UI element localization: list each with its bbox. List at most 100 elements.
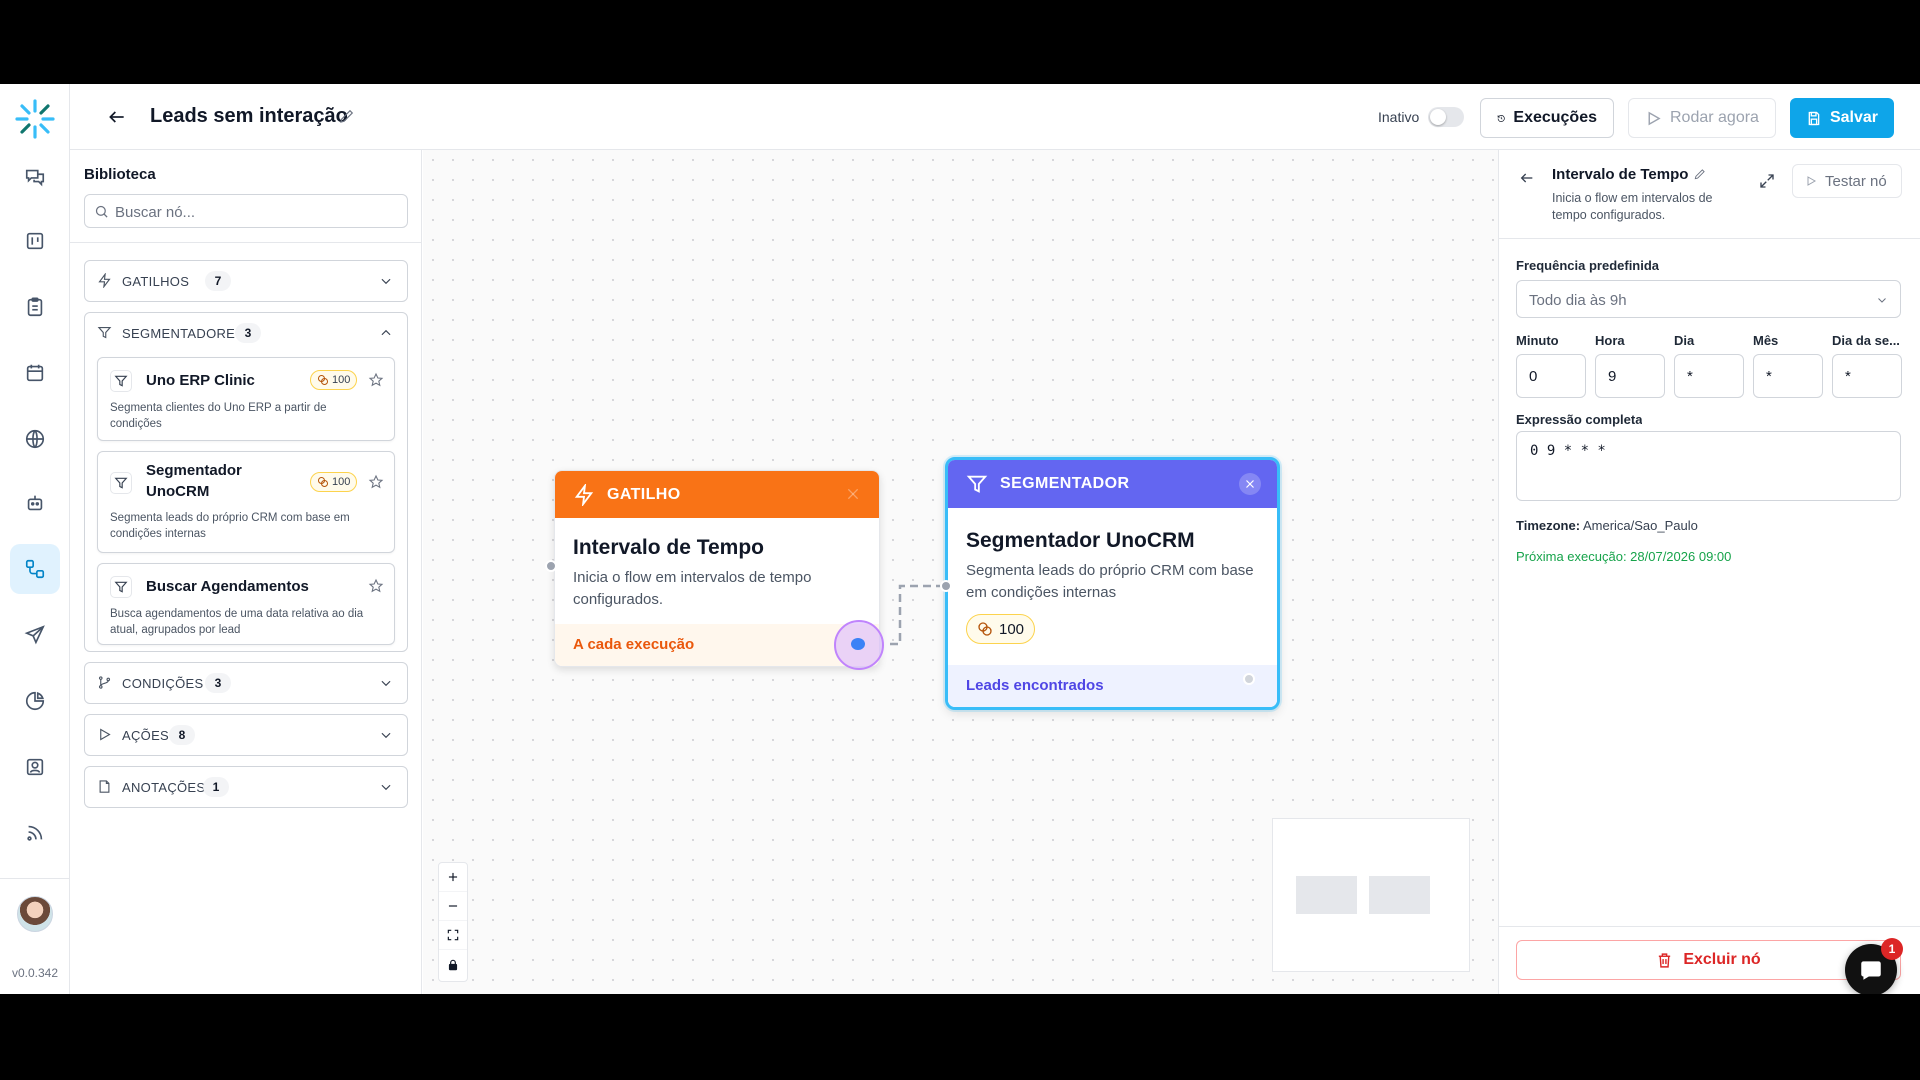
cron-weekday-input[interactable]: * xyxy=(1832,354,1902,398)
nav-contacts[interactable] xyxy=(10,742,60,792)
frequency-select[interactable]: Todo dia às 9h xyxy=(1516,280,1901,318)
nav-conversations[interactable] xyxy=(10,152,60,202)
star-icon[interactable] xyxy=(368,372,384,388)
node-title: Segmentador UnoCRM xyxy=(966,529,1195,552)
zoom-in-button[interactable] xyxy=(439,863,467,892)
flow-canvas[interactable]: GATILHO Intervalo de Tempo Inicia o flow… xyxy=(423,150,1498,994)
trigger-node[interactable]: GATILHO Intervalo de Tempo Inicia o flow… xyxy=(554,470,880,667)
avatar[interactable] xyxy=(17,896,53,932)
back-button[interactable] xyxy=(104,104,130,130)
timezone-label: Timezone: xyxy=(1516,518,1581,533)
frequency-label: Frequência predefinida xyxy=(1516,258,1660,273)
category-segmenters-header[interactable]: SEGMENTADORES 3 xyxy=(85,313,407,353)
active-toggle[interactable] xyxy=(1428,107,1464,127)
segmenter-input-handle[interactable] xyxy=(940,580,952,592)
arrow-left-icon[interactable] xyxy=(1519,170,1535,186)
nav-integrations[interactable] xyxy=(10,414,60,464)
search-input[interactable] xyxy=(115,201,395,223)
category-label: CONDIÇÕES xyxy=(122,676,204,691)
delete-node-button[interactable] xyxy=(1239,473,1261,495)
cron-minute-label: Minuto xyxy=(1516,333,1559,348)
segmenter-output-handle[interactable] xyxy=(1243,673,1255,685)
nav-calendar[interactable] xyxy=(10,348,60,398)
nav-feeds[interactable] xyxy=(10,808,60,858)
save-button[interactable]: Salvar xyxy=(1790,98,1894,138)
delete-node-button[interactable]: Excluir nó xyxy=(1516,940,1901,980)
star-icon[interactable] xyxy=(368,578,384,594)
cron-month-input[interactable]: * xyxy=(1753,354,1823,398)
library-divider xyxy=(70,242,422,243)
trigger-node-header: GATILHO xyxy=(555,471,879,518)
library-node-buscar-agendamentos[interactable]: Buscar Agendamentos Busca agendamentos d… xyxy=(97,563,395,645)
library-node-segmentador-unocrm[interactable]: Segmentador UnoCRM 100 Segmenta leads do… xyxy=(97,451,395,553)
category-label: AÇÕES xyxy=(122,728,170,743)
expand-icon[interactable] xyxy=(1758,172,1776,190)
cron-hour-input[interactable]: 9 xyxy=(1595,354,1665,398)
edit-title-icon[interactable] xyxy=(338,107,356,125)
cron-day-label: Dia xyxy=(1674,333,1695,348)
lock-button[interactable] xyxy=(439,950,467,979)
send-icon xyxy=(24,625,45,645)
category-count: 8 xyxy=(169,725,195,745)
trigger-input-handle[interactable] xyxy=(545,560,557,572)
trigger-output-handle[interactable] xyxy=(834,620,884,670)
lock-icon xyxy=(448,959,458,970)
category-label: ANOTAÇÕES xyxy=(122,780,206,795)
nav-flows[interactable] xyxy=(10,544,60,594)
library-node-uno-erp-clinic[interactable]: Uno ERP Clinic 100 Segmenta clientes do … xyxy=(97,357,395,441)
lightning-icon xyxy=(97,272,112,289)
credit-badge: 100 xyxy=(310,472,358,492)
run-now-button[interactable]: Rodar agora xyxy=(1628,98,1776,138)
category-count: 3 xyxy=(205,673,231,693)
credit-value: 100 xyxy=(999,620,1025,638)
close-icon[interactable] xyxy=(845,486,861,502)
category-count: 1 xyxy=(203,777,229,797)
category-annotations[interactable]: ANOTAÇÕES 1 xyxy=(84,766,408,808)
pie-chart-icon xyxy=(25,691,45,711)
play-icon xyxy=(1648,111,1661,125)
panel-description: Inicia o flow em intervalos de tempo con… xyxy=(1552,191,1713,222)
category-segmenters: SEGMENTADORES 3 Uno ERP Clinic 100 Segme… xyxy=(84,312,408,652)
play-icon xyxy=(1807,176,1817,186)
workflow-icon xyxy=(25,559,45,579)
chevron-down-icon xyxy=(379,274,393,288)
cron-hour-label: Hora xyxy=(1595,333,1625,348)
credit-badge: 100 xyxy=(966,614,1036,644)
conversations-icon xyxy=(25,169,45,187)
frequency-value: Todo dia às 9h xyxy=(1529,292,1627,309)
cron-month-label: Mês xyxy=(1753,333,1779,348)
coins-icon xyxy=(318,375,328,385)
coins-icon xyxy=(318,477,328,487)
nav-campaigns[interactable] xyxy=(10,610,60,660)
node-search xyxy=(84,194,408,228)
executions-button[interactable]: Execuções xyxy=(1480,98,1614,138)
node-properties-panel: Intervalo de Tempo Inicia o flow em inte… xyxy=(1498,150,1920,994)
test-node-button[interactable]: Testar nó xyxy=(1792,164,1902,198)
expression-field[interactable]: 0 9 * * * xyxy=(1516,431,1901,501)
node-output-label: A cada execução xyxy=(555,624,879,666)
cron-minute-input[interactable]: 0 xyxy=(1516,354,1586,398)
main-nav-rail: v0.0.342 xyxy=(0,84,70,994)
minimap[interactable] xyxy=(1272,818,1470,972)
nav-bots[interactable] xyxy=(10,478,60,528)
category-conditions[interactable]: CONDIÇÕES 3 xyxy=(84,662,408,704)
star-icon[interactable] xyxy=(368,474,384,490)
nav-reports[interactable] xyxy=(10,676,60,726)
segmenter-node[interactable]: SEGMENTADOR Segmentador UnoCRM Segmenta … xyxy=(945,457,1280,710)
node-description: Inicia o flow em intervalos de tempo con… xyxy=(573,569,812,608)
library-title: Biblioteca xyxy=(84,166,156,183)
category-triggers[interactable]: GATILHOS 7 xyxy=(84,260,408,302)
nav-tasks[interactable] xyxy=(10,282,60,332)
fit-view-button[interactable] xyxy=(439,921,467,950)
branch-icon xyxy=(97,675,112,690)
cron-day-input[interactable]: * xyxy=(1674,354,1744,398)
chevron-down-icon xyxy=(1878,298,1886,303)
nav-kanban[interactable] xyxy=(10,216,60,266)
test-node-label: Testar nó xyxy=(1825,172,1887,190)
category-actions[interactable]: AÇÕES 8 xyxy=(84,714,408,756)
minimap-node xyxy=(1369,876,1430,914)
chevron-down-icon xyxy=(379,728,393,742)
filter-icon xyxy=(97,325,112,340)
zoom-out-button[interactable] xyxy=(439,892,467,921)
edit-icon[interactable] xyxy=(1693,167,1707,181)
